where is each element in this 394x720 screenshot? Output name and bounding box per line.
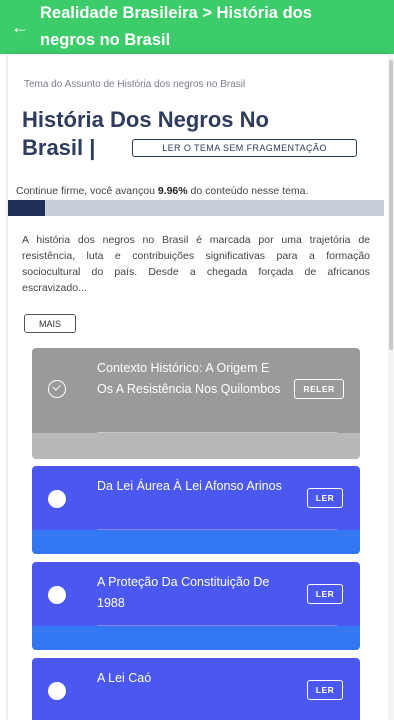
topic-title: Contexto Histórico: A Origem E Os A Resi… bbox=[97, 361, 281, 396]
card-footer bbox=[32, 626, 360, 650]
topic-card[interactable]: Da Lei Áurea À Lei Afonso Arinos LER bbox=[32, 466, 360, 554]
theme-description: A história dos negros no Brasil é marcad… bbox=[22, 234, 370, 294]
page-subtitle: Tema do Assunto de História dos negros n… bbox=[24, 79, 246, 90]
card-footer bbox=[32, 530, 360, 554]
check-circle-icon bbox=[48, 380, 66, 398]
topic-title: Da Lei Áurea À Lei Afonso Arinos bbox=[97, 479, 282, 493]
topic-title: A Lei Caó bbox=[97, 671, 152, 685]
card-footer bbox=[32, 433, 360, 459]
progress-percent: 9.96% bbox=[157, 185, 188, 197]
topic-card[interactable]: A Proteção Da Constituição De 1988 LER bbox=[32, 562, 360, 650]
circle-icon bbox=[48, 682, 66, 700]
topic-title: A Proteção Da Constituição De 1988 bbox=[97, 575, 270, 610]
read-button[interactable]: LER bbox=[307, 488, 343, 508]
circle-icon bbox=[48, 586, 66, 604]
topic-card[interactable]: Contexto Histórico: A Origem E Os A Resi… bbox=[32, 348, 360, 459]
progress-bar bbox=[8, 200, 384, 216]
arrow-left-icon: ← bbox=[11, 16, 29, 37]
read-full-theme-button[interactable]: LER O TEMA SEM FRAGMENTAÇÃO bbox=[132, 139, 357, 157]
app-bar-title: Realidade Brasileira > História dos negr… bbox=[40, 4, 312, 49]
back-button[interactable]: ← bbox=[0, 0, 40, 54]
reread-button[interactable]: RELER bbox=[294, 379, 344, 399]
topic-card[interactable]: A Lei Caó LER bbox=[32, 658, 360, 720]
read-button[interactable]: LER bbox=[307, 680, 343, 700]
more-button[interactable]: MAIS bbox=[24, 314, 76, 333]
progress-text: Continue firme, você avançou 9.96% do co… bbox=[16, 185, 309, 197]
scrollbar-thumb[interactable] bbox=[389, 60, 393, 350]
read-button[interactable]: LER bbox=[307, 584, 343, 604]
app-bar: ← Realidade Brasileira > História dos ne… bbox=[0, 0, 394, 54]
progress-fill bbox=[8, 200, 46, 216]
circle-icon bbox=[48, 490, 66, 508]
